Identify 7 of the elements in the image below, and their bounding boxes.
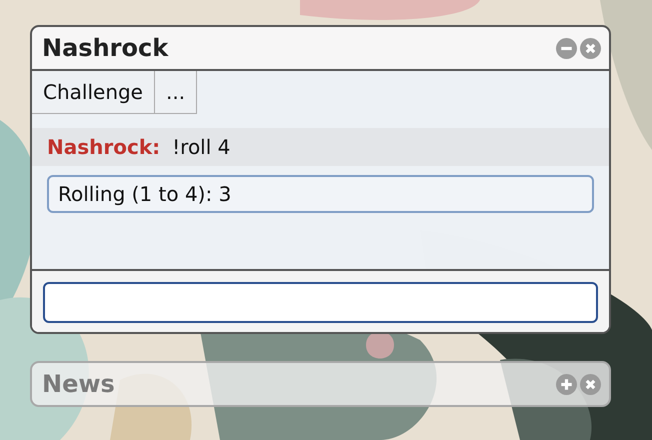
roll-result: Rolling (1 to 4): 3 <box>47 175 594 213</box>
toolbar-button[interactable]: ... <box>155 71 198 114</box>
message-text: !roll 4 <box>172 135 230 159</box>
sender-name: Nashrock: <box>47 135 160 159</box>
toolbar-button[interactable]: Challenge <box>32 71 155 114</box>
window-title: News <box>42 370 116 398</box>
window-title: Nashrock <box>42 34 170 62</box>
